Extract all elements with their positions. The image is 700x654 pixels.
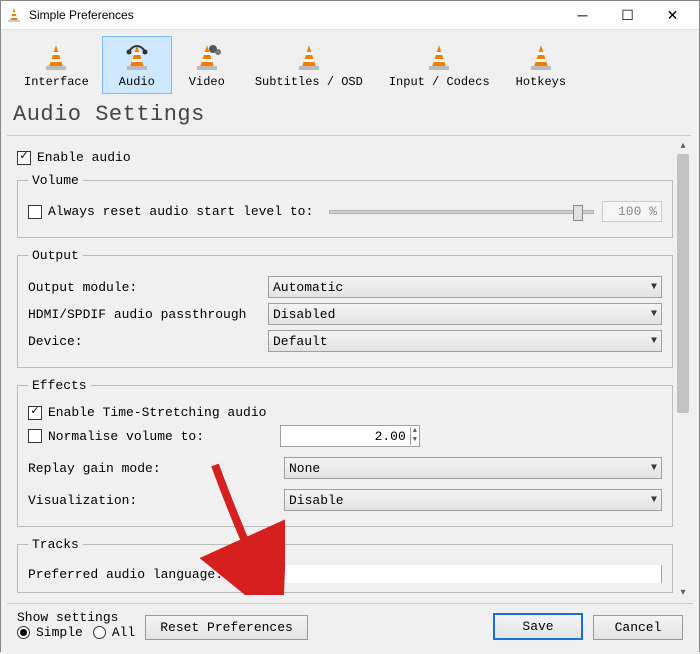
- cone-icon: [295, 43, 323, 73]
- cancel-button[interactable]: Cancel: [593, 615, 683, 640]
- volume-group: Volume Always reset audio start level to…: [17, 173, 673, 238]
- device-label: Device:: [28, 334, 268, 349]
- chevron-down-icon: ▼: [651, 282, 657, 293]
- radio-simple-label: Simple: [36, 625, 83, 640]
- output-module-combo[interactable]: Automatic ▼: [268, 276, 662, 298]
- timestretch-checkbox[interactable]: [28, 406, 42, 420]
- passthrough-combo[interactable]: Disabled ▼: [268, 303, 662, 325]
- device-combo[interactable]: Default ▼: [268, 330, 662, 352]
- radio-all-label: All: [112, 625, 135, 640]
- combo-value: Automatic: [273, 280, 651, 295]
- reset-level-label: Always reset audio start level to:: [48, 204, 313, 219]
- page-title: Audio Settings: [7, 94, 693, 135]
- output-module-label: Output module:: [28, 280, 268, 295]
- save-button[interactable]: Save: [493, 613, 583, 640]
- window-title: Simple Preferences: [29, 8, 560, 22]
- preferences-window: Simple Preferences ─ ☐ ✕ Interface Audio…: [0, 0, 700, 652]
- tab-video[interactable]: Video: [172, 36, 242, 94]
- enable-audio-checkbox[interactable]: [17, 151, 31, 165]
- cone-icon: [527, 43, 555, 73]
- tracks-group: Tracks Preferred audio language:: [17, 537, 673, 593]
- tab-label: Input / Codecs: [389, 75, 490, 89]
- tab-input-codecs[interactable]: Input / Codecs: [376, 36, 503, 94]
- replay-label: Replay gain mode:: [28, 461, 284, 476]
- normalise-checkbox[interactable]: [28, 429, 42, 443]
- tracks-legend: Tracks: [28, 537, 83, 552]
- maximize-button[interactable]: ☐: [605, 1, 650, 29]
- cone-icon: [42, 43, 70, 73]
- cone-icon: [425, 43, 453, 73]
- tab-label: Video: [189, 75, 225, 89]
- chevron-down-icon: ▼: [651, 309, 657, 320]
- tab-subtitles[interactable]: Subtitles / OSD: [242, 36, 376, 94]
- enable-audio-row: Enable audio: [17, 150, 673, 165]
- effects-legend: Effects: [28, 378, 91, 393]
- combo-value: Default: [273, 334, 651, 349]
- tab-hotkeys[interactable]: Hotkeys: [503, 36, 579, 94]
- start-level-slider[interactable]: [329, 210, 594, 214]
- titlebar: Simple Preferences ─ ☐ ✕: [1, 1, 699, 30]
- show-settings-group: Show settings Simple All: [17, 610, 135, 640]
- effects-group: Effects Enable Time-Stretching audio Nor…: [17, 378, 673, 527]
- tab-label: Hotkeys: [516, 75, 566, 89]
- viz-combo[interactable]: Disable ▼: [284, 489, 662, 511]
- chevron-down-icon: ▼: [651, 495, 657, 506]
- timestretch-label: Enable Time-Stretching audio: [48, 405, 266, 420]
- passthrough-label: HDMI/SPDIF audio passthrough: [28, 307, 268, 322]
- output-legend: Output: [28, 248, 83, 263]
- bottom-bar: Show settings Simple All Reset Preferenc…: [7, 603, 693, 648]
- vertical-scrollbar[interactable]: ▴ ▾: [675, 138, 691, 601]
- output-group: Output Output module: Automatic ▼ HDMI/S…: [17, 248, 673, 368]
- volume-legend: Volume: [28, 173, 83, 188]
- chevron-down-icon: ▼: [651, 336, 657, 347]
- scroll-down-icon[interactable]: ▾: [675, 585, 691, 601]
- normalise-value[interactable]: [281, 429, 410, 444]
- minimize-button[interactable]: ─: [560, 1, 605, 29]
- normalise-spin[interactable]: ▲▼: [280, 425, 420, 447]
- combo-value: Disabled: [273, 307, 651, 322]
- scroll-up-icon[interactable]: ▴: [675, 138, 691, 154]
- cone-film-icon: [193, 43, 221, 73]
- tab-interface[interactable]: Interface: [11, 36, 102, 94]
- normalise-label: Normalise volume to:: [48, 429, 280, 444]
- viz-label: Visualization:: [28, 493, 284, 508]
- close-button[interactable]: ✕: [650, 1, 695, 29]
- combo-value: None: [289, 461, 651, 476]
- show-settings-label: Show settings: [17, 610, 135, 625]
- radio-all[interactable]: [93, 626, 106, 639]
- spin-steppers[interactable]: ▲▼: [410, 427, 419, 445]
- enable-audio-label: Enable audio: [37, 150, 131, 165]
- pref-lang-input[interactable]: [268, 565, 662, 583]
- chevron-down-icon: ▼: [651, 463, 657, 474]
- replay-combo[interactable]: None ▼: [284, 457, 662, 479]
- radio-simple[interactable]: [17, 626, 30, 639]
- scroll-track[interactable]: [675, 154, 691, 585]
- tab-label: Interface: [24, 75, 89, 89]
- cone-headphones-icon: [123, 43, 151, 73]
- start-level-value: 100 %: [602, 201, 662, 222]
- slider-thumb[interactable]: [573, 205, 583, 221]
- reset-preferences-button[interactable]: Reset Preferences: [145, 615, 308, 640]
- vlc-cone-icon: [5, 6, 23, 24]
- scroll-area: Enable audio Volume Always reset audio s…: [7, 135, 691, 603]
- tab-audio[interactable]: Audio: [102, 36, 172, 94]
- tab-label: Audio: [119, 75, 155, 89]
- reset-level-checkbox[interactable]: [28, 205, 42, 219]
- tab-label: Subtitles / OSD: [255, 75, 363, 89]
- category-tabs: Interface Audio Video Subtitles / OSD In…: [7, 32, 693, 94]
- pref-lang-label: Preferred audio language:: [28, 567, 268, 582]
- combo-value: Disable: [289, 493, 651, 508]
- settings-panel: Enable audio Volume Always reset audio s…: [7, 136, 691, 603]
- scroll-thumb[interactable]: [677, 154, 689, 413]
- content-area: Interface Audio Video Subtitles / OSD In…: [1, 30, 699, 654]
